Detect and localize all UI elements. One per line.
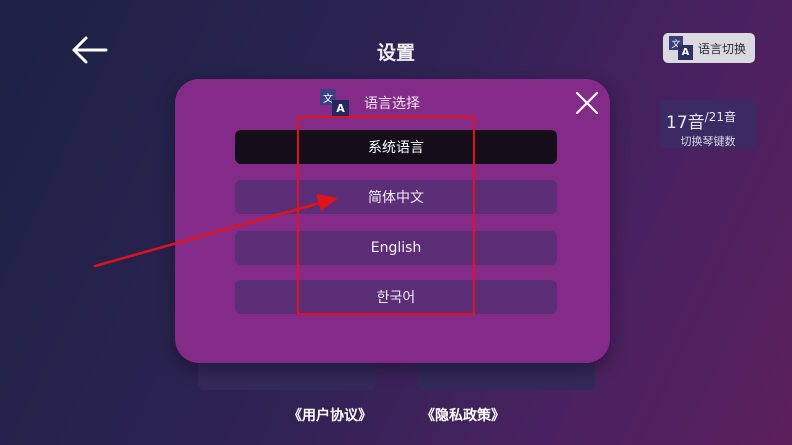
- key-count-label: 切换琴键数: [680, 135, 736, 148]
- language-option-english[interactable]: English: [235, 231, 557, 265]
- key-count-toggle[interactable]: 17音/21音 切换琴键数: [660, 100, 756, 148]
- translate-icon: 文 A: [669, 36, 693, 60]
- privacy-policy-link[interactable]: 《隐私政策》: [421, 405, 505, 425]
- modal-header: 文 A 语言选择: [320, 89, 420, 117]
- language-switch-label: 语言切换: [698, 41, 747, 56]
- language-modal: 文 A 语言选择 系统语言 简体中文 English 한국어: [175, 79, 610, 363]
- close-icon: [575, 91, 599, 115]
- key-count-value: 17音/21音: [666, 110, 736, 133]
- language-option-korean[interactable]: 한국어: [235, 280, 557, 314]
- language-switch-button[interactable]: 文 A 语言切换: [663, 33, 755, 63]
- close-button[interactable]: [574, 90, 600, 116]
- language-option-simplified-chinese[interactable]: 简体中文: [235, 180, 557, 214]
- translate-icon: 文 A: [320, 89, 350, 117]
- language-option-system[interactable]: 系统语言: [235, 130, 557, 164]
- user-agreement-link[interactable]: 《用户协议》: [288, 405, 372, 425]
- modal-title: 语言选择: [364, 96, 420, 112]
